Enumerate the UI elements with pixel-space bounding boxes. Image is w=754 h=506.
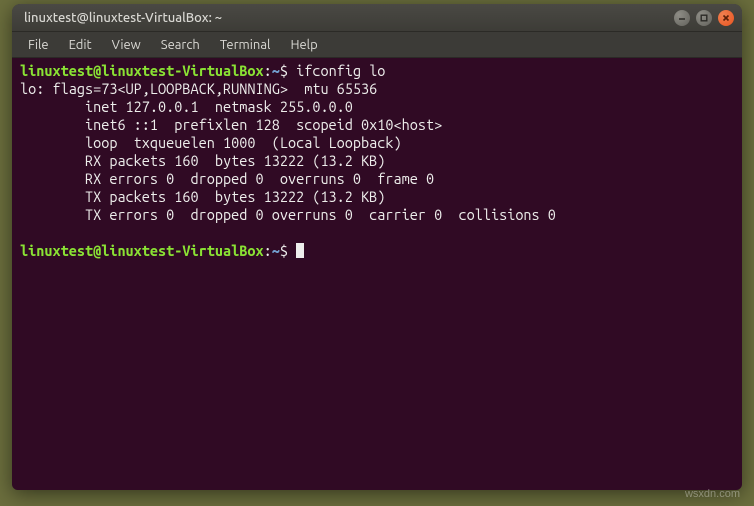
menu-file[interactable]: File: [18, 34, 59, 56]
terminal-body[interactable]: linuxtest@linuxtest-VirtualBox:~$ ifconf…: [12, 58, 742, 490]
output-line: RX errors 0 dropped 0 overruns 0 frame 0: [20, 170, 434, 187]
prompt-colon: :: [264, 242, 272, 259]
prompt-colon: :: [264, 62, 272, 79]
close-button[interactable]: [718, 10, 734, 26]
menubar: File Edit View Search Terminal Help: [12, 32, 742, 58]
window-controls: [674, 10, 734, 26]
menu-terminal[interactable]: Terminal: [210, 34, 281, 56]
terminal-window: linuxtest@linuxtest-VirtualBox: ~ File E…: [12, 4, 742, 490]
prompt-path: ~: [272, 242, 280, 259]
menu-search[interactable]: Search: [151, 34, 210, 56]
cursor-block: [296, 243, 304, 258]
prompt-dollar: $: [280, 242, 296, 259]
output-line: RX packets 160 bytes 13222 (13.2 KB): [20, 152, 385, 169]
menu-view[interactable]: View: [102, 34, 151, 56]
output-line: inet6 ::1 prefixlen 128 scopeid 0x10<hos…: [20, 116, 442, 133]
output-line: loop txqueuelen 1000 (Local Loopback): [20, 134, 402, 151]
minimize-button[interactable]: [674, 10, 690, 26]
titlebar[interactable]: linuxtest@linuxtest-VirtualBox: ~: [12, 4, 742, 32]
prompt-path: ~: [272, 62, 280, 79]
close-icon: [722, 14, 730, 22]
maximize-button[interactable]: [696, 10, 712, 26]
output-line: TX errors 0 dropped 0 overruns 0 carrier…: [20, 206, 556, 223]
watermark: wsxdn.com: [685, 488, 740, 500]
menu-edit[interactable]: Edit: [59, 34, 102, 56]
menu-help[interactable]: Help: [280, 34, 327, 56]
output-line: TX packets 160 bytes 13222 (13.2 KB): [20, 188, 385, 205]
window-title: linuxtest@linuxtest-VirtualBox: ~: [20, 11, 674, 25]
minimize-icon: [678, 14, 686, 22]
prompt-user: linuxtest@linuxtest-VirtualBox: [20, 62, 264, 79]
output-line: lo: flags=73<UP,LOOPBACK,RUNNING> mtu 65…: [20, 80, 377, 97]
command-text: ifconfig lo: [296, 62, 385, 79]
maximize-icon: [700, 14, 708, 22]
prompt-user: linuxtest@linuxtest-VirtualBox: [20, 242, 264, 259]
output-line: inet 127.0.0.1 netmask 255.0.0.0: [20, 98, 353, 115]
prompt-dollar: $: [280, 62, 296, 79]
